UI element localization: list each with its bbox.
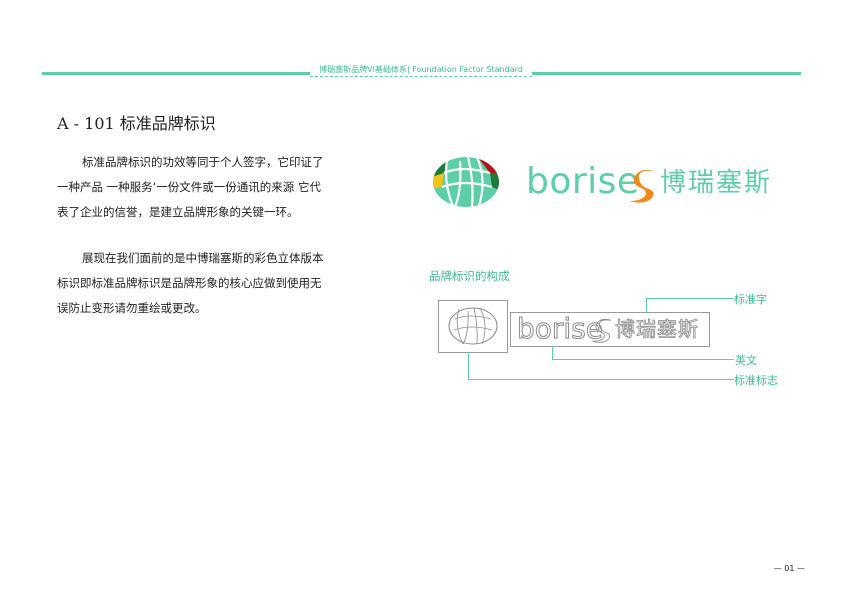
swoosh-s-icon [629, 169, 655, 203]
header-title: 博瑞塞斯品牌VI基础体系| Foundation Factor Standard [310, 64, 532, 77]
symbol-outline-box [438, 300, 508, 353]
leader-english-horizontal [552, 359, 734, 360]
callout-standard-mark: 标准标志 [734, 374, 778, 387]
outline-chinese: 博瑞塞斯 [615, 317, 699, 342]
callout-standard-text: 标准字 [734, 293, 767, 306]
paragraph-line: 一种产品 一种服务‘一份文件或一份通讯的来源 它代 [57, 180, 321, 194]
leader-mark-horizontal [468, 379, 734, 380]
section-title: A - 101 标准品牌标识 [57, 114, 216, 133]
brand-name-english: borise [526, 161, 640, 202]
paragraph-function: 标准品牌标识的功效等同于个人签字，它印证了 一种产品 一种服务‘一份文件或一份通… [57, 150, 347, 225]
paragraph-line: 表了企业的信誉，是建立品牌形象的关键一环。 [57, 205, 299, 219]
paragraph-line: 标准品牌标识的功效等同于个人签字，它印证了 [82, 155, 324, 169]
wordmark-outline-box: borise 博瑞塞斯 [510, 312, 710, 347]
header-rule-right [532, 72, 801, 75]
leader-mark-vertical [468, 352, 469, 379]
leader-english-vertical [552, 346, 553, 359]
globe-outline-icon [448, 307, 498, 345]
leader-standard-text-horizontal [646, 298, 734, 299]
paragraph-description: 展现在我们面前的是中博瑞塞斯的彩色立体版本 标识即标准品牌标识是品牌形象的核心应… [57, 246, 347, 321]
callout-english: 英文 [735, 354, 757, 367]
swoosh-outline-icon [592, 318, 611, 343]
header-rule-left [42, 72, 310, 75]
page-number: — 01 — [773, 564, 805, 573]
brand-name-chinese: 博瑞塞斯 [660, 168, 773, 198]
paragraph-line: 标识即标准品牌标识是品牌形象的核心应做到使用无 [57, 276, 322, 290]
paragraph-line: 展现在我们面前的是中博瑞塞斯的彩色立体版本 [82, 251, 324, 265]
paragraph-line: 误防止变形请勿重绘或更改。 [57, 301, 207, 315]
leader-standard-text-vertical [646, 298, 647, 313]
globe-segment-icon [433, 157, 499, 207]
composition-label: 品牌标识的构成 [429, 269, 510, 283]
